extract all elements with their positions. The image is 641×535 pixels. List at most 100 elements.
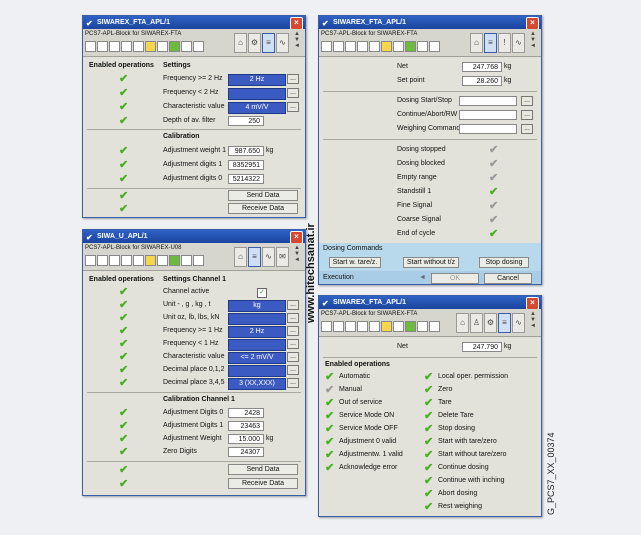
ellipsis-button[interactable]: ...: [521, 96, 533, 106]
setting-value[interactable]: <= 2 mV/V: [228, 352, 286, 364]
settings-view-icon[interactable]: ⚙: [484, 313, 497, 333]
message-view-icon[interactable]: ✉: [276, 247, 289, 267]
setting-label: Frequency >= 2 Hz: [163, 75, 223, 82]
setting-value[interactable]: kg: [228, 300, 286, 312]
ellipsis-button[interactable]: ...: [287, 74, 299, 84]
operation-label: Zero: [438, 386, 453, 393]
scroll-arrows-icon[interactable]: ▲ ▼ ◄: [528, 311, 538, 329]
check-icon: ✔: [325, 384, 335, 396]
setpoint-field[interactable]: 28.260: [462, 76, 502, 86]
check-icon: ✔: [119, 351, 129, 363]
setting-value[interactable]: 3 (XX,XXX): [228, 378, 286, 390]
status-label: Fine Signal: [397, 202, 433, 209]
check-icon: ✔: [325, 397, 335, 409]
calib-value[interactable]: 15.000: [228, 434, 264, 444]
home-icon[interactable]: ⌂: [234, 33, 247, 53]
cancel-button[interactable]: Cancel: [484, 273, 532, 284]
setting-value[interactable]: 2 Hz: [228, 326, 286, 338]
status-label: Dosing blocked: [397, 160, 445, 167]
ellipsis-button[interactable]: ...: [287, 326, 299, 336]
settings-view-icon[interactable]: ⚙: [248, 33, 261, 53]
check-icon: ✔: [424, 371, 434, 383]
filter-depth-field[interactable]: 250: [228, 116, 264, 126]
send-data-button[interactable]: Send Data: [228, 464, 298, 475]
status-label: Coarse Signal: [397, 216, 441, 223]
calib-value[interactable]: 24307: [228, 447, 264, 457]
weighing-command-label: Weighing Command: [397, 125, 461, 132]
start-without-tare-button[interactable]: Start without t/z: [403, 257, 459, 268]
operation-label: Acknowledge error: [339, 464, 398, 471]
weighing-command-field[interactable]: [459, 124, 517, 134]
parameter-view-icon[interactable]: ≡: [262, 33, 275, 53]
title-bar[interactable]: ✔ SIWAREX_FTA_APL/1 ×: [319, 296, 541, 310]
scroll-arrows-icon[interactable]: ▲ ▼ ◄: [528, 31, 538, 49]
scroll-arrows-icon[interactable]: ▲ ▼ ◄: [292, 31, 302, 49]
operation-label: Out of service: [339, 399, 383, 406]
channel-active-checkbox[interactable]: ✓: [257, 288, 267, 298]
operation-label: Abort dosing: [438, 490, 478, 497]
calib-value[interactable]: 2428: [228, 408, 264, 418]
setting-value[interactable]: 2 Hz: [228, 74, 286, 86]
setting-value[interactable]: 4 mV/V: [228, 102, 286, 114]
dosing-view-icon[interactable]: ≡: [484, 33, 497, 53]
start-with-tare-button[interactable]: Start w. tare/z.: [329, 257, 381, 268]
receive-data-button[interactable]: Receive Data: [228, 203, 298, 214]
stop-dosing-button[interactable]: Stop dosing: [479, 257, 529, 268]
continue-abort-field[interactable]: [459, 110, 517, 120]
ellipsis-button[interactable]: ...: [521, 124, 533, 134]
setting-label: Decimal place 0,1,2: [163, 366, 225, 373]
ellipsis-button[interactable]: ...: [287, 300, 299, 310]
dosing-start-stop-field[interactable]: [459, 96, 517, 106]
operation-label: Automatic: [339, 373, 371, 380]
ellipsis-button[interactable]: ...: [287, 102, 299, 112]
enabled-ops-header: Enabled operations: [325, 361, 390, 368]
unit-label: kg: [266, 147, 274, 154]
setting-value[interactable]: [228, 339, 286, 351]
ellipsis-button[interactable]: ...: [287, 313, 299, 323]
title-bar[interactable]: ✔ SIWAREX_FTA_APL/1 ×: [83, 16, 305, 30]
check-icon: ✔: [119, 173, 129, 185]
setting-value[interactable]: [228, 88, 286, 100]
calib-value[interactable]: 8352951: [228, 160, 264, 170]
setting-value[interactable]: [228, 365, 286, 377]
check-icon: ✔: [325, 436, 335, 448]
parameter-view-icon[interactable]: ≡: [248, 247, 261, 267]
setting-value[interactable]: [228, 313, 286, 325]
ellipsis-button[interactable]: ...: [287, 378, 299, 388]
operations-view-icon[interactable]: ≡: [498, 313, 511, 333]
home-icon[interactable]: ⌂: [470, 33, 483, 53]
trend-view-icon[interactable]: ∿: [276, 33, 289, 53]
calib-value[interactable]: 987.650: [228, 146, 264, 156]
check-icon: ✔: [424, 462, 434, 474]
person-icon[interactable]: ♙: [470, 313, 483, 333]
ok-button[interactable]: OK: [431, 273, 479, 284]
settings-channel-header: Settings Channel 1: [163, 276, 227, 283]
title-bar[interactable]: ✔ SIWA_U_APL/1 ×: [83, 230, 305, 244]
trend-view-icon[interactable]: ∿: [512, 33, 525, 53]
calib-value[interactable]: 23463: [228, 421, 264, 431]
check-icon: ✔: [325, 423, 335, 435]
home-icon[interactable]: ⌂: [234, 247, 247, 267]
status-grid: [85, 255, 205, 266]
window-title: SIWAREX_FTA_APL/1: [333, 299, 406, 306]
trend-view-icon[interactable]: ∿: [512, 313, 525, 333]
ellipsis-button[interactable]: ...: [287, 365, 299, 375]
receive-data-button[interactable]: Receive Data: [228, 478, 298, 489]
check-icon: ✔: [119, 312, 129, 324]
ellipsis-button[interactable]: ...: [287, 88, 299, 98]
ellipsis-button[interactable]: ...: [287, 339, 299, 349]
scroll-arrows-icon[interactable]: ▲ ▼ ◄: [292, 245, 302, 263]
check-icon: ✔: [325, 371, 335, 383]
title-bar[interactable]: ✔ SIWAREX_FTA_APL/1 ×: [319, 16, 541, 30]
calib-value[interactable]: 5214322: [228, 174, 264, 184]
separator: [323, 357, 537, 358]
status-check-icon: ✔: [489, 172, 499, 184]
check-icon: ✔: [119, 420, 129, 432]
check-icon: ✔: [119, 364, 129, 376]
home-icon[interactable]: ⌂: [456, 313, 469, 333]
ellipsis-button[interactable]: ...: [521, 110, 533, 120]
send-data-button[interactable]: Send Data: [228, 190, 298, 201]
alarm-view-icon[interactable]: !: [498, 33, 511, 53]
trend-view-icon[interactable]: ∿: [262, 247, 275, 267]
ellipsis-button[interactable]: ...: [287, 352, 299, 362]
